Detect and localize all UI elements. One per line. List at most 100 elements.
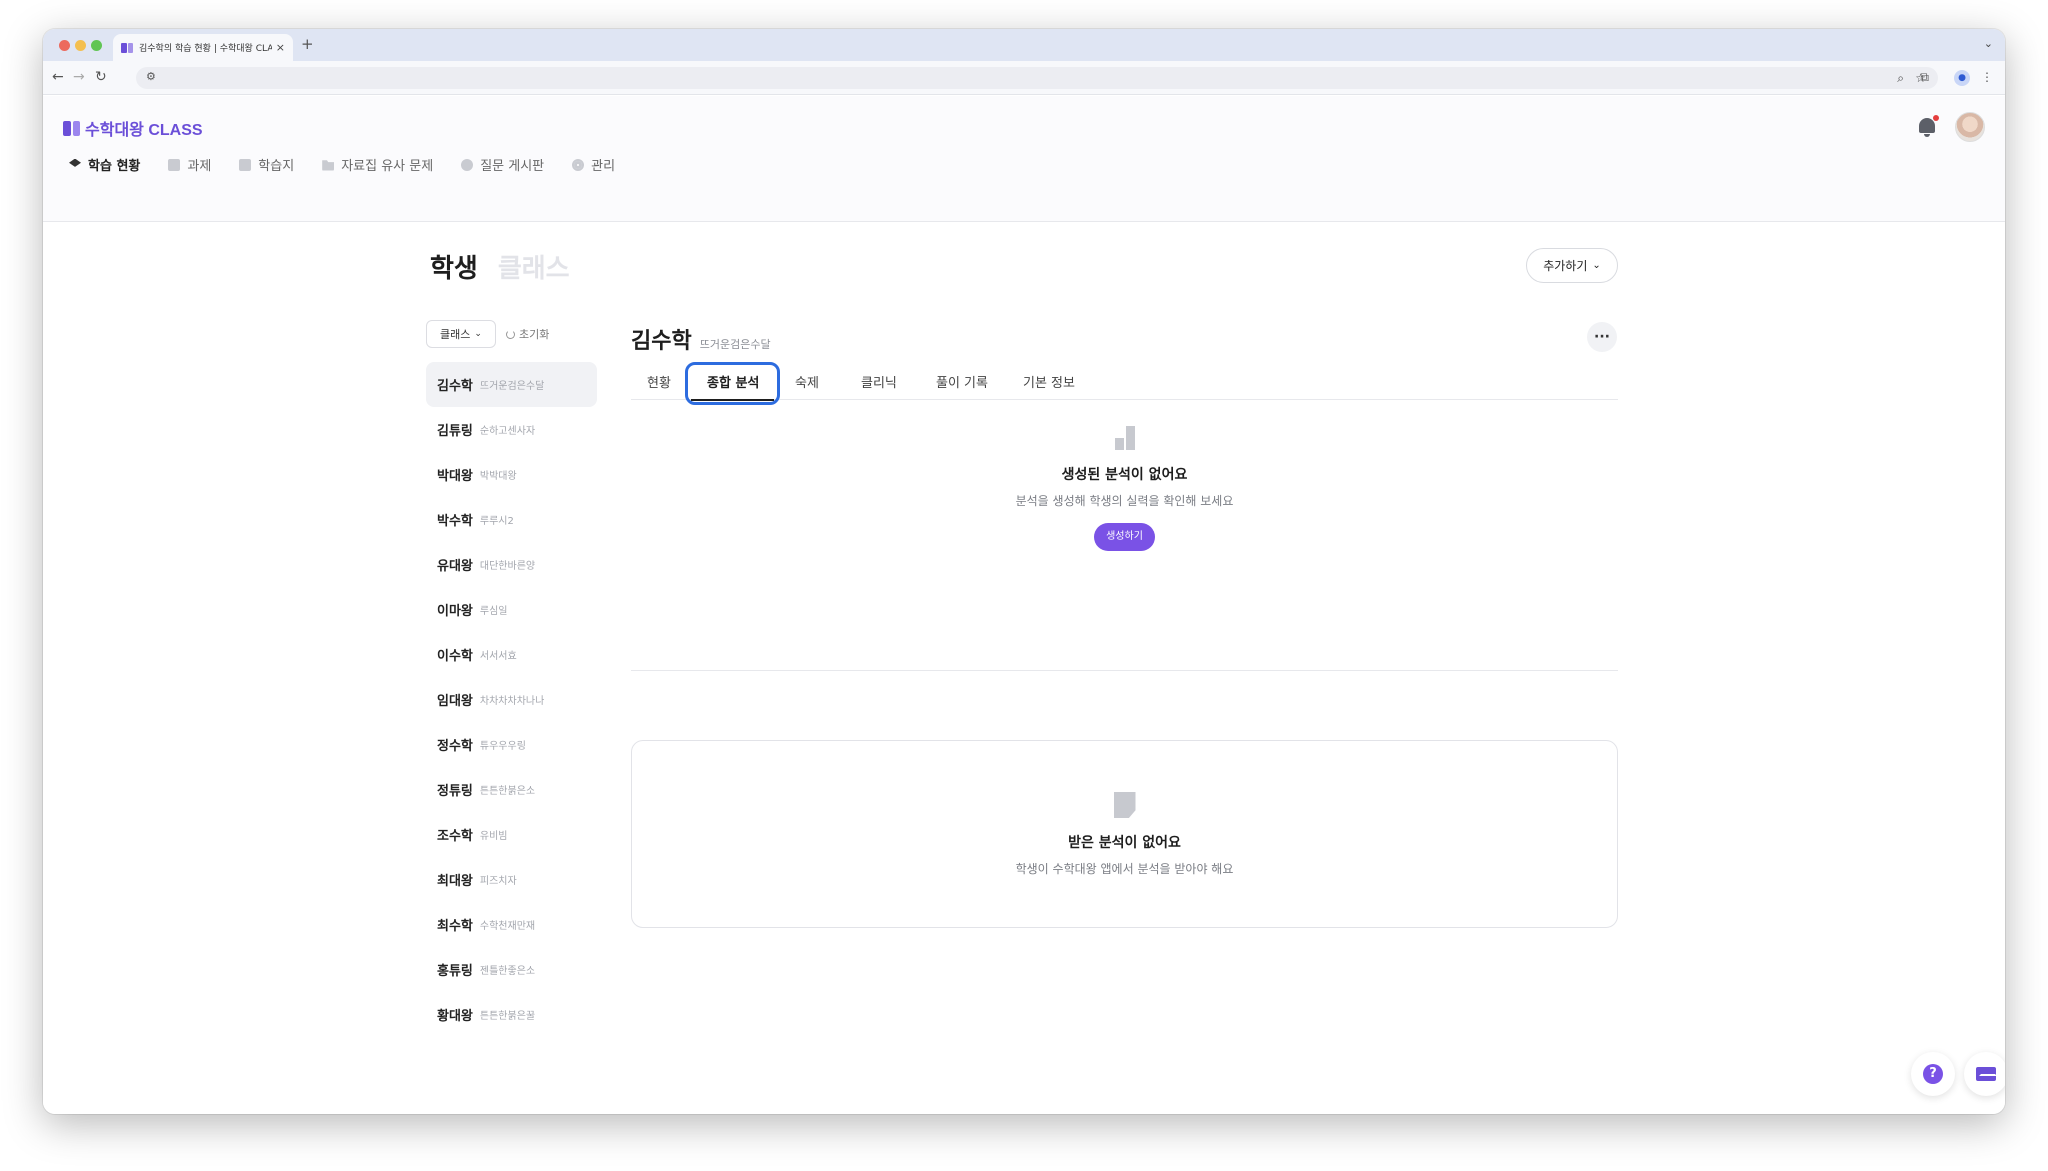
chevron-down-icon: ⌄ <box>1592 260 1601 271</box>
avatar[interactable] <box>1955 112 1985 142</box>
student-list-name: 최대왕 <box>437 874 473 889</box>
add-button-label: 추가하기 <box>1543 259 1588 273</box>
student-list-item[interactable]: 최대왕 피즈치자 <box>426 857 597 902</box>
browser-toolbar: ← → ↻ ⚙ ⌕ ☆ ⧉ ● ⋮ <box>43 61 2005 95</box>
class-select-label: 클래스 <box>440 328 471 341</box>
chevron-down-icon: ⌄ <box>474 329 482 339</box>
main-nav: 학습 현황 과제 학습지 자료집 유사 문제 질문 게시판 관리 <box>69 155 615 174</box>
nav-label: 자료집 유사 문제 <box>341 159 434 174</box>
student-list-item[interactable]: 임대왕 차차차차차나나 <box>426 677 597 722</box>
help-button[interactable]: ? <box>1911 1052 1955 1096</box>
tab-close-icon[interactable]: × <box>276 41 285 54</box>
logo[interactable]: 수학대왕 CLASS <box>63 116 203 140</box>
tab-clinic[interactable]: 클리닉 <box>861 363 897 400</box>
reset-button[interactable]: 초기화 <box>506 326 549 342</box>
notification-bell-icon[interactable] <box>1917 115 1939 138</box>
app-header: 수학대왕 CLASS 학습 현황 과제 학습지 자료집 유사 문제 질문 게시판… <box>43 96 2005 222</box>
received-analysis-card: 받은 분석이 없어요 학생이 수학대왕 앱에서 분석을 받아야 해요 <box>631 740 1618 928</box>
reset-label: 초기화 <box>519 328 550 341</box>
nav-label: 학습지 <box>258 159 295 174</box>
student-list-nickname: 루루시2 <box>479 516 514 527</box>
favicon-icon <box>121 42 133 53</box>
student-list-name: 박수학 <box>437 514 473 529</box>
app: 수학대왕 CLASS 학습 현황 과제 학습지 자료집 유사 문제 질문 게시판… <box>43 96 2005 1114</box>
minimize-window-button[interactable] <box>75 40 86 51</box>
tab-search-icon[interactable]: ⌄ <box>1984 37 1993 50</box>
filter-row: 클래스 ⌄ 초기화 <box>426 320 549 348</box>
close-window-button[interactable] <box>59 40 70 51</box>
student-list-nickname: 대단한바른양 <box>479 561 536 572</box>
nav-item-management[interactable]: 관리 <box>572 155 615 174</box>
tab-homework[interactable]: 숙제 <box>795 363 819 400</box>
add-button[interactable]: 추가하기 ⌄ <box>1526 248 1618 283</box>
analysis-empty-subtitle: 분석을 생성해 학생의 실력을 확인해 보세요 <box>1015 494 1234 508</box>
new-tab-button[interactable]: + <box>301 35 314 53</box>
student-list-item[interactable]: 조수학 유비빔 <box>426 812 597 857</box>
student-list-item[interactable]: 홍튜링 젠틀한좋은소 <box>426 947 597 992</box>
reload-icon[interactable]: ↻ <box>95 69 107 85</box>
chrome-menu-icon[interactable]: ⋮ <box>1981 70 1993 84</box>
student-list-name: 임대왕 <box>437 694 473 709</box>
student-list-item[interactable]: 정튜링 튼튼한붉은소 <box>426 767 597 812</box>
zoom-icon[interactable]: ⌕ <box>1897 71 1904 86</box>
forward-icon[interactable]: → <box>73 69 85 85</box>
class-select[interactable]: 클래스 ⌄ <box>426 320 496 348</box>
generate-button[interactable]: 생성하기 <box>1094 523 1155 551</box>
document-icon <box>1113 792 1136 818</box>
nav-label: 질문 게시판 <box>480 159 545 174</box>
student-list-item[interactable]: 이마왕 루심일 <box>426 587 597 632</box>
focus-ring <box>685 362 780 405</box>
profile-icon[interactable]: ● <box>1954 70 1970 86</box>
student-list-item[interactable]: 유대왕 대단한바른양 <box>426 542 597 587</box>
page-tabs: 학생 클래스 <box>430 248 570 285</box>
notification-dot <box>1933 115 1939 121</box>
nav-label: 학습 현황 <box>88 159 141 174</box>
student-list-nickname: 튼튼한붉은꿀 <box>479 1011 536 1022</box>
student-list: 김수학 뜨거운검은수달 김튜링 순하고센사자 박대왕 박박대왕박수학 루루시2 유대왕 대단한바… <box>426 362 597 1037</box>
nav-item-assignments[interactable]: 과제 <box>168 155 211 174</box>
student-list-name: 정수학 <box>437 739 473 754</box>
gear-icon <box>572 158 585 171</box>
more-options-button[interactable]: ··· <box>1587 322 1617 352</box>
message-button[interactable] <box>1964 1052 2005 1096</box>
address-bar[interactable]: ⚙ ⌕ ☆ <box>136 67 1938 89</box>
student-list-item[interactable]: 정수학 튜우우우링 <box>426 722 597 767</box>
nav-item-learning-status[interactable]: 학습 현황 <box>69 155 140 174</box>
student-list-item[interactable]: 이수학 서서서효 <box>426 632 597 677</box>
student-list-nickname: 차차차차차나나 <box>479 696 545 707</box>
student-list-name: 정튜링 <box>437 784 473 799</box>
tab-students[interactable]: 학생 <box>430 248 478 285</box>
back-icon[interactable]: ← <box>52 69 64 85</box>
student-list-name: 유대왕 <box>437 559 473 574</box>
tab-solution-history[interactable]: 풀이 기록 <box>936 363 988 400</box>
chat-bubble-icon <box>461 158 474 171</box>
logo-text: 수학대왕 CLASS <box>85 122 203 139</box>
student-list-nickname: 루심일 <box>479 606 508 617</box>
nav-item-question-board[interactable]: 질문 게시판 <box>461 155 544 174</box>
tab-status[interactable]: 현황 <box>647 363 671 400</box>
student-list-item[interactable]: 김튜링 순하고센사자 <box>426 407 597 452</box>
student-list-name: 최수학 <box>437 919 473 934</box>
student-list-name: 이수학 <box>437 649 473 664</box>
nav-item-worksheets[interactable]: 학습지 <box>239 155 294 174</box>
student-list-item[interactable]: 김수학 뜨거운검은수달 <box>426 362 597 407</box>
student-list-item[interactable]: 황대왕 튼튼한붉은꿀 <box>426 992 597 1037</box>
student-list-name: 김수학 <box>437 379 473 394</box>
student-list-name: 박대왕 <box>437 469 473 484</box>
student-list-item[interactable]: 최수학 수학천재만재 <box>426 902 597 947</box>
extensions-icon[interactable]: ⧉ <box>1920 70 1929 85</box>
student-list-item[interactable]: 박수학 루루시2 <box>426 497 597 542</box>
student-header: 김수학 뜨거운검은수달 <box>631 323 771 355</box>
tab-classes[interactable]: 클래스 <box>498 248 570 285</box>
site-settings-icon[interactable]: ⚙ <box>146 70 156 83</box>
maximize-window-button[interactable] <box>91 40 102 51</box>
student-list-nickname: 젠틀한좋은소 <box>479 966 536 977</box>
student-list-nickname: 수학천재만재 <box>479 921 536 932</box>
student-nickname: 뜨거운검은수달 <box>699 338 771 351</box>
nav-item-similar-problems[interactable]: 자료집 유사 문제 <box>322 155 433 174</box>
student-list-item[interactable]: 박대왕 박박대왕 <box>426 452 597 497</box>
student-list-nickname: 튼튼한붉은소 <box>479 786 536 797</box>
browser-tab[interactable]: 김수학의 학습 현황 | 수학대왕 CLA × <box>113 34 293 61</box>
tab-basic-info[interactable]: 기본 정보 <box>1023 363 1075 400</box>
tab-strip: 김수학의 학습 현황 | 수학대왕 CLA × + ⌄ <box>43 29 2005 61</box>
